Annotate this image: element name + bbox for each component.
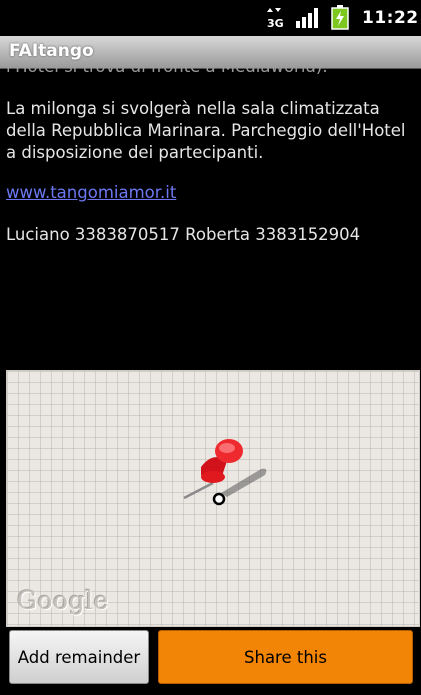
event-description[interactable]: l'Hotel si trova di fronte a Mediaworld)… [0, 68, 421, 368]
status-clock: 11:22 [362, 8, 419, 28]
battery-charging-icon [331, 5, 349, 30]
data-arrows-icon: 3G [267, 8, 284, 29]
signal-icon [296, 8, 318, 28]
map-view[interactable]: Google [6, 370, 420, 627]
partial-text-line: l'Hotel si trova di fronte a Mediaworld)… [6, 68, 414, 78]
website-link[interactable]: www.tangomiamor.it [6, 182, 414, 204]
contacts-text: Luciano 3383870517 Roberta 3383152904 [6, 225, 361, 244]
share-button[interactable]: Share this [158, 630, 413, 684]
pushpin-icon[interactable] [183, 435, 273, 511]
venue-paragraph: La milonga si svolgerà nella sala climat… [6, 99, 406, 162]
add-reminder-button[interactable]: Add remainder [9, 630, 149, 684]
app-title-bar: FAItango [0, 36, 421, 69]
network-type-label: 3G [267, 17, 284, 29]
status-bar: 3G 11:22 [0, 0, 421, 36]
google-logo: Google [17, 586, 109, 615]
app-title: FAItango [9, 41, 94, 61]
